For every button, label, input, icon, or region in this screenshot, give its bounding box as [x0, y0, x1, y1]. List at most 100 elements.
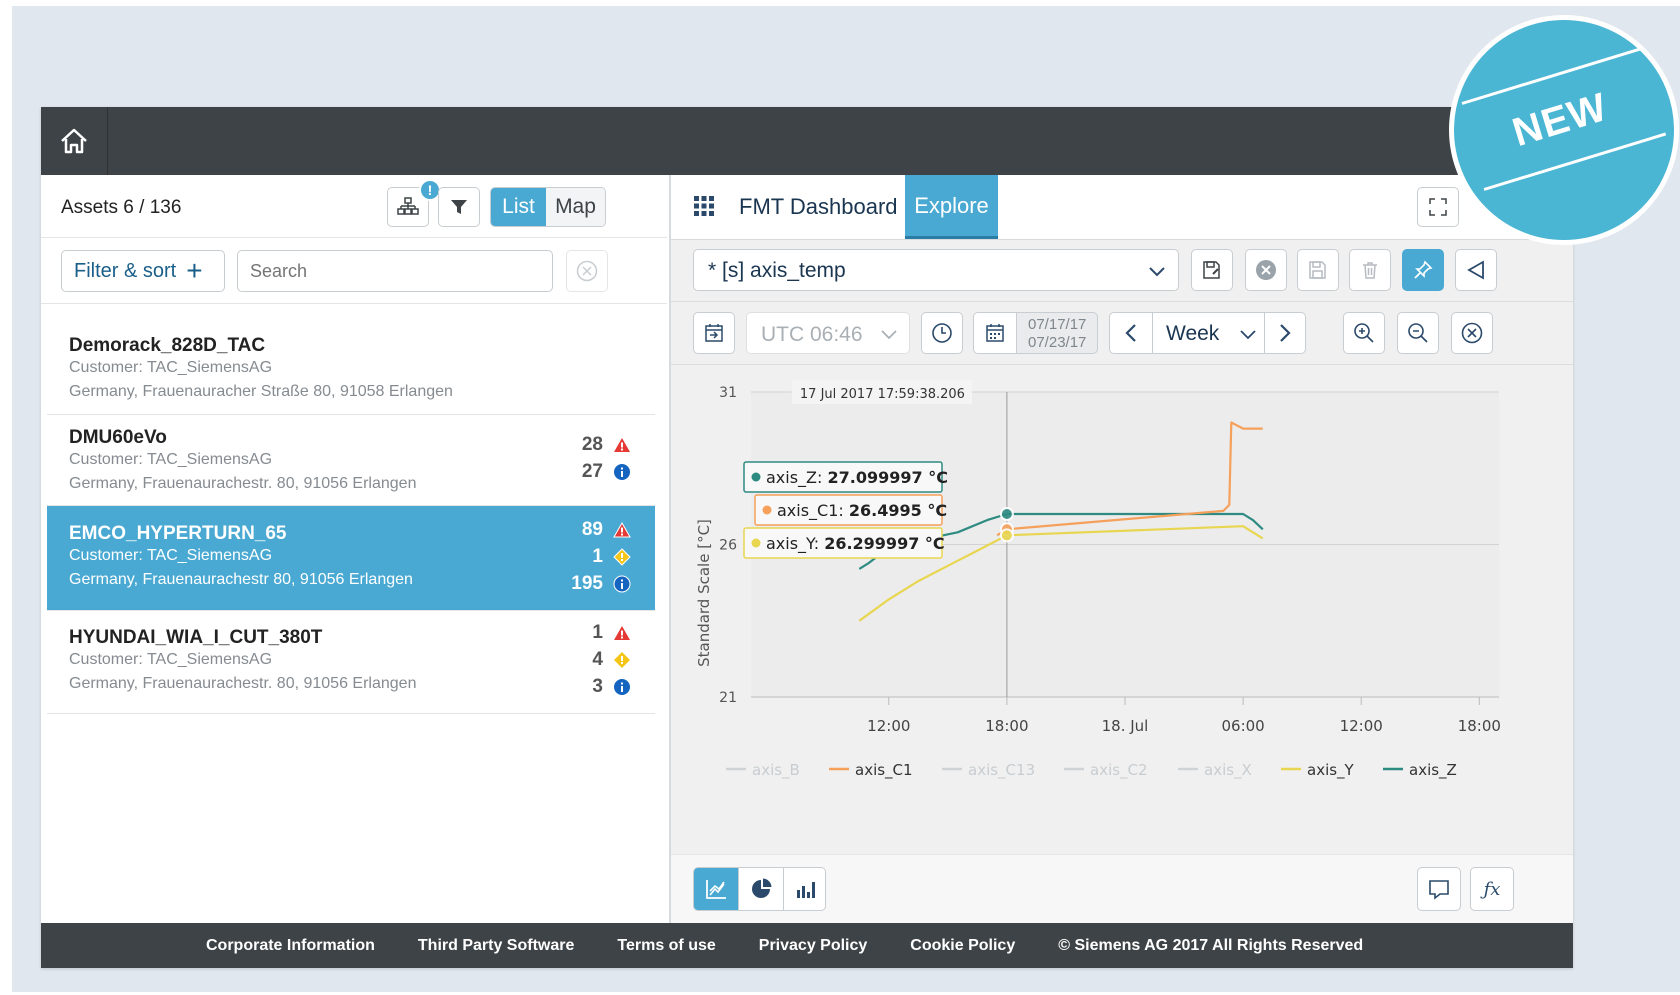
chevron-down-icon: [1149, 267, 1165, 277]
delete-button[interactable]: [1349, 249, 1391, 291]
funnel-icon: [451, 200, 467, 214]
footer-link-third-party-software[interactable]: Third Party Software: [418, 937, 574, 955]
asset-customer: Customer: TAC_SiemensAG: [69, 547, 273, 564]
footer-link-privacy-policy[interactable]: Privacy Policy: [759, 937, 868, 955]
new-badge: NEW: [1449, 15, 1679, 245]
chevron-down-icon: [881, 330, 897, 340]
calendar-button[interactable]: [974, 313, 1017, 353]
legend-item-axis-c13[interactable]: axis_C13: [942, 761, 1035, 780]
legend-item-axis-x[interactable]: axis_X: [1178, 761, 1252, 780]
info-circle-icon: [613, 575, 631, 593]
footer-link-corporate-information[interactable]: Corporate Information: [206, 937, 375, 955]
tooltip-value-axis-c1: axis_C1: 26.4995 °C: [777, 501, 947, 521]
tooltip-dot: [751, 472, 761, 482]
asset-name: EMCO_HYPERTURN_65: [69, 523, 287, 544]
footer-link-cookie-policy[interactable]: Cookie Policy: [910, 937, 1015, 955]
legend-label: axis_Y: [1307, 761, 1355, 780]
asset-name: DMU60eVo: [69, 427, 167, 448]
line-chart-button[interactable]: [694, 868, 738, 910]
asset-item-dmu60evo[interactable]: DMU60eVo Customer: TAC_SiemensAG Germany…: [47, 415, 655, 506]
date-range-picker[interactable]: 07/17/17 07/23/17: [973, 312, 1098, 354]
asset-item-demorack[interactable]: Demorack_828D_TAC Customer: TAC_SiemensA…: [47, 315, 655, 415]
tab-bar: FMT Dashboard Explore: [671, 175, 1573, 240]
bar-chart-icon: [796, 882, 815, 898]
asset-address: Germany, Frauenaurachestr. 80, 91056 Erl…: [69, 475, 417, 492]
calendar-export-button[interactable]: [693, 312, 735, 354]
tab-fmt-dashboard[interactable]: FMT Dashboard: [739, 175, 898, 239]
info-count: 27: [581, 461, 603, 482]
error-triangle-icon: [614, 626, 630, 640]
trash-icon: [1363, 262, 1377, 279]
legend-item-axis-c2[interactable]: axis_C2: [1064, 761, 1148, 780]
asset-item-emco-hyperturn[interactable]: EMCO_HYPERTURN_65 Customer: TAC_SiemensA…: [47, 506, 655, 611]
legend-label: axis_X: [1204, 761, 1252, 780]
filter-sort-button[interactable]: Filter & sort +: [61, 250, 225, 292]
asset-address: Germany, Frauenaurachestr. 80, 91056 Erl…: [69, 675, 417, 692]
list-view-button[interactable]: List: [491, 188, 546, 226]
warning-diamond-icon: [613, 548, 631, 566]
query-select[interactable]: * [s] axis_temp: [693, 249, 1179, 291]
apps-grid-button[interactable]: [693, 195, 717, 219]
asset-item-hyundai-wia[interactable]: HYUNDAI_WIA_I_CUT_380T Customer: TAC_Sie…: [47, 611, 655, 714]
formula-button[interactable]: ƒx: [1470, 867, 1514, 911]
home-button[interactable]: [41, 107, 108, 175]
hover-point-axis-z: [999, 507, 1014, 521]
comment-button[interactable]: [1417, 867, 1461, 911]
error-count: 1: [592, 622, 603, 643]
timezone-select[interactable]: UTC 06:46: [746, 312, 910, 354]
footer-link-terms-of-use[interactable]: Terms of use: [617, 937, 715, 955]
reset-zoom-button[interactable]: [1451, 312, 1493, 354]
legend-label: axis_C1: [855, 761, 913, 780]
chart-type-toggle: [693, 867, 826, 911]
range-select[interactable]: Week: [1152, 313, 1266, 353]
fullscreen-button[interactable]: [1417, 187, 1459, 227]
tooltip-value-axis-z: axis_Z: 27.099997 °C: [766, 468, 948, 488]
zoom-in-icon: [1354, 323, 1374, 343]
speech-bubble-icon: [1429, 880, 1449, 900]
zoom-out-button[interactable]: [1397, 312, 1439, 354]
x-tick-label: 12:00: [1340, 717, 1383, 735]
copyright-text: © Siemens AG 2017 All Rights Reserved: [1058, 936, 1364, 954]
assets-panel: Assets 6 / 136 ! List Map Filter & sort …: [41, 175, 671, 923]
search-input[interactable]: [237, 250, 553, 292]
y-tick-label: 21: [719, 690, 737, 706]
legend-item-axis-b[interactable]: axis_B: [726, 761, 800, 780]
chevron-right-icon: [1280, 324, 1291, 342]
tab-explore[interactable]: Explore: [905, 175, 998, 239]
hover-point-axis-y: [999, 528, 1014, 543]
y-tick-label: 26: [719, 538, 737, 554]
legend-item-axis-y[interactable]: axis_Y: [1281, 761, 1355, 780]
pie-chart-button[interactable]: [738, 868, 783, 910]
x-tick-label: 18:00: [985, 717, 1028, 735]
home-icon: [61, 128, 87, 154]
plus-icon: +: [186, 255, 203, 286]
asset-name: Demorack_828D_TAC: [69, 335, 266, 356]
clear-search-button[interactable]: [566, 250, 608, 292]
save-button[interactable]: [1297, 249, 1339, 291]
pin-icon: [1414, 260, 1433, 279]
x-tick-label: 18. Jul: [1102, 717, 1149, 735]
collapse-panel-button[interactable]: [1455, 249, 1497, 291]
bar-chart-button[interactable]: [783, 868, 825, 910]
discard-button[interactable]: [1245, 249, 1287, 291]
range-stepper: Week: [1109, 312, 1306, 354]
asset-address: Germany, Frauenaurachestr 80, 91056 Erla…: [69, 571, 413, 588]
save-as-button[interactable]: [1191, 249, 1233, 291]
app-window: Assets 6 / 136 ! List Map Filter & sort …: [41, 107, 1573, 968]
divider: [41, 237, 667, 238]
map-view-button[interactable]: Map: [546, 188, 605, 226]
legend-label: axis_C13: [968, 761, 1035, 780]
pin-button[interactable]: [1402, 249, 1444, 291]
clock-button[interactable]: [921, 312, 963, 354]
legend-item-axis-z[interactable]: axis_Z: [1383, 761, 1457, 780]
filter-button[interactable]: [438, 187, 480, 227]
chevron-down-icon: [1240, 330, 1256, 340]
line-chart[interactable]: 312621 12:00 18:00 18. Jul 06:00 12:00 18:00 …: [671, 365, 1573, 815]
previous-range-button[interactable]: [1110, 313, 1153, 353]
next-range-button[interactable]: [1264, 313, 1305, 353]
expand-icon: [1429, 198, 1447, 216]
legend-item-axis-c1[interactable]: axis_C1: [829, 761, 913, 780]
zoom-in-button[interactable]: [1343, 312, 1385, 354]
screenshot: Assets 6 / 136 ! List Map Filter & sort …: [0, 0, 1680, 995]
tooltip-time: 17 Jul 2017 17:59:38.206: [800, 387, 965, 402]
